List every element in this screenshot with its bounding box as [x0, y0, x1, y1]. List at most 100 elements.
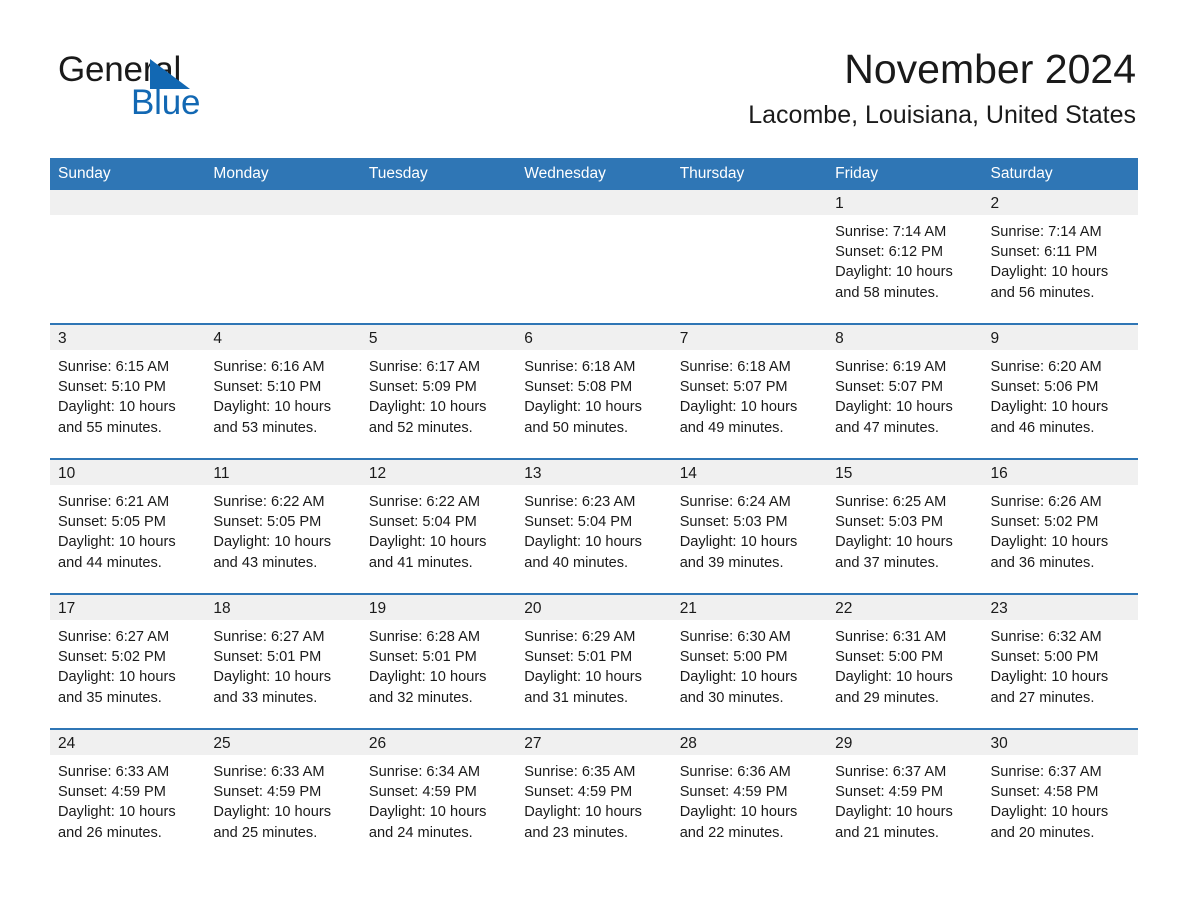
- calendar-day-cell[interactable]: 6 Sunrise: 6:18 AM Sunset: 5:08 PM Daylight…: [516, 323, 672, 459]
- day-details: Sunrise: 6:33 AM Sunset: 4:59 PM Daylight:…: [50, 755, 205, 843]
- sunset-text: Sunset: 5:02 PM: [58, 649, 166, 666]
- day-number: 4: [205, 325, 361, 350]
- sunset-text: Sunset: 5:04 PM: [368, 514, 477, 531]
- calendar-day-cell[interactable]: 17 Sunrise: 6:27 AM Sunset: 5:02 PM Dayligh…: [50, 593, 206, 729]
- sunset-text: Sunset: 5:08 PM: [524, 379, 633, 396]
- daylight-text-line2: and 46 minutes.: [990, 419, 1095, 436]
- calendar-day-cell[interactable]: 5 Sunrise: 6:17 AM Sunset: 5:09 PM Daylight…: [360, 323, 517, 459]
- calendar-week-row: 3 Sunrise: 6:15 AM Sunset: 5:10 PM Daylight…: [50, 323, 1138, 459]
- day-number: 21: [671, 595, 828, 620]
- day-number: [671, 190, 828, 215]
- day-details: Sunrise: 6:24 AM Sunset: 5:03 PM Daylight:…: [672, 485, 827, 573]
- daylight-text-line2: and 53 minutes.: [213, 419, 318, 436]
- day-details: Sunrise: 6:23 AM Sunset: 5:04 PM Daylight:…: [516, 485, 671, 573]
- daylight-text-line1: Daylight: 10 hours: [58, 534, 176, 551]
- day-number: 13: [516, 460, 672, 485]
- daylight-text-line1: Daylight: 10 hours: [679, 534, 798, 551]
- day-number: 5: [360, 325, 517, 350]
- sunset-text: Sunset: 5:01 PM: [368, 649, 477, 666]
- calendar-day-cell[interactable]: 18 Sunrise: 6:27 AM Sunset: 5:01 PM Dayligh…: [205, 593, 361, 729]
- calendar-day-cell[interactable]: 27 Sunrise: 6:35 AM Sunset: 4:59 PM Dayligh…: [516, 728, 672, 863]
- calendar-day-cell[interactable]: 19 Sunrise: 6:28 AM Sunset: 5:01 PM Dayligh…: [360, 593, 517, 729]
- daylight-text-line2: and 52 minutes.: [368, 419, 473, 436]
- calendar-day-cell[interactable]: 7 Sunrise: 6:18 AM Sunset: 5:07 PM Daylight…: [671, 323, 828, 459]
- sunset-text: Sunset: 5:05 PM: [213, 514, 322, 531]
- day-number: 16: [982, 460, 1138, 485]
- calendar-day-cell[interactable]: 26 Sunrise: 6:34 AM Sunset: 4:59 PM Dayligh…: [360, 728, 517, 863]
- day-details: Sunrise: 6:27 AM Sunset: 5:02 PM Daylight:…: [50, 620, 205, 708]
- calendar-day-cell[interactable]: 3 Sunrise: 6:15 AM Sunset: 5:10 PM Daylight…: [50, 323, 206, 459]
- weekday-header-wednesday: Wednesday: [516, 158, 672, 190]
- calendar-day-cell[interactable]: 13 Sunrise: 6:23 AM Sunset: 5:04 PM Dayligh…: [516, 458, 672, 594]
- calendar-day-cell[interactable]: 20 Sunrise: 6:29 AM Sunset: 5:01 PM Dayligh…: [516, 593, 672, 729]
- daylight-text-line1: Daylight: 10 hours: [213, 399, 332, 416]
- calendar-day-cell[interactable]: 29 Sunrise: 6:37 AM Sunset: 4:59 PM Dayligh…: [827, 728, 983, 863]
- calendar-day-cell[interactable]: 12 Sunrise: 6:22 AM Sunset: 5:04 PM Dayligh…: [360, 458, 517, 594]
- sunset-text: Sunset: 6:11 PM: [990, 244, 1098, 261]
- daylight-text-line2: and 23 minutes.: [524, 824, 629, 841]
- sunset-text: Sunset: 4:59 PM: [213, 784, 322, 801]
- calendar-day-cell[interactable]: 28 Sunrise: 6:36 AM Sunset: 4:59 PM Dayligh…: [671, 728, 828, 863]
- weekday-header-tuesday: Tuesday: [360, 158, 517, 190]
- calendar-day-cell[interactable]: 16 Sunrise: 6:26 AM Sunset: 5:02 PM Dayligh…: [982, 458, 1138, 594]
- daylight-text-line2: and 43 minutes.: [213, 554, 318, 571]
- sunrise-text: Sunrise: 6:33 AM: [58, 764, 170, 780]
- daylight-text-line1: Daylight: 10 hours: [679, 669, 798, 686]
- day-details: Sunrise: 6:37 AM Sunset: 4:59 PM Daylight:…: [827, 755, 982, 843]
- daylight-text-line1: Daylight: 10 hours: [835, 669, 953, 686]
- sunrise-sunset-calendar: Sunday Monday Tuesday Wednesday Thursday…: [50, 158, 1138, 863]
- calendar-day-cell[interactable]: 2 Sunrise: 7:14 AM Sunset: 6:11 PM Daylight…: [982, 190, 1138, 324]
- calendar-day-cell[interactable]: 23 Sunrise: 6:32 AM Sunset: 5:00 PM Dayligh…: [982, 593, 1138, 729]
- calendar-day-cell[interactable]: 30 Sunrise: 6:37 AM Sunset: 4:58 PM Dayligh…: [982, 728, 1138, 863]
- daylight-text-line1: Daylight: 10 hours: [835, 534, 953, 551]
- sunrise-text: Sunrise: 7:14 AM: [990, 224, 1102, 240]
- calendar-day-cell[interactable]: 10 Sunrise: 6:21 AM Sunset: 5:05 PM Dayligh…: [50, 458, 206, 594]
- sunrise-text: Sunrise: 6:26 AM: [990, 494, 1102, 510]
- daylight-text-line2: and 37 minutes.: [835, 554, 939, 571]
- calendar-day-cell[interactable]: 1 Sunrise: 7:14 AM Sunset: 6:12 PM Daylight…: [827, 190, 983, 324]
- brand-logo[interactable]: General Blue: [58, 52, 318, 122]
- calendar-day-cell[interactable]: 11 Sunrise: 6:22 AM Sunset: 5:05 PM Dayligh…: [205, 458, 361, 594]
- daylight-text-line1: Daylight: 10 hours: [368, 534, 487, 551]
- daylight-text-line1: Daylight: 10 hours: [368, 669, 487, 686]
- sunrise-text: Sunrise: 6:31 AM: [835, 629, 947, 645]
- daylight-text-line2: and 27 minutes.: [990, 689, 1095, 706]
- day-number: 24: [50, 730, 206, 755]
- day-details: Sunrise: 6:18 AM Sunset: 5:07 PM Daylight:…: [672, 350, 827, 438]
- calendar-day-cell[interactable]: 24 Sunrise: 6:33 AM Sunset: 4:59 PM Dayligh…: [50, 728, 206, 863]
- daylight-text-line1: Daylight: 10 hours: [990, 669, 1109, 686]
- sunset-text: Sunset: 5:01 PM: [524, 649, 633, 666]
- calendar-week-row: 17 Sunrise: 6:27 AM Sunset: 5:02 PM Dayligh…: [50, 593, 1138, 729]
- weekday-header-thursday: Thursday: [671, 158, 828, 190]
- calendar-day-cell[interactable]: 22 Sunrise: 6:31 AM Sunset: 5:00 PM Dayligh…: [827, 593, 983, 729]
- sunset-text: Sunset: 5:00 PM: [679, 649, 788, 666]
- sunset-text: Sunset: 4:59 PM: [58, 784, 166, 801]
- daylight-text-line1: Daylight: 10 hours: [213, 534, 332, 551]
- calendar-day-cell[interactable]: 9 Sunrise: 6:20 AM Sunset: 5:06 PM Daylight…: [982, 323, 1138, 459]
- sunrise-text: Sunrise: 6:17 AM: [368, 359, 480, 375]
- sunrise-text: Sunrise: 6:36 AM: [679, 764, 791, 780]
- calendar-day-cell[interactable]: 4 Sunrise: 6:16 AM Sunset: 5:10 PM Daylight…: [205, 323, 361, 459]
- calendar-day-cell[interactable]: 21 Sunrise: 6:30 AM Sunset: 5:00 PM Dayligh…: [671, 593, 828, 729]
- daylight-text-line2: and 39 minutes.: [679, 554, 784, 571]
- brand-name-blue: Blue: [131, 83, 201, 122]
- calendar-day-cell[interactable]: 25 Sunrise: 6:33 AM Sunset: 4:59 PM Dayligh…: [205, 728, 361, 863]
- day-details: Sunrise: 6:29 AM Sunset: 5:01 PM Daylight:…: [516, 620, 671, 708]
- sunset-text: Sunset: 5:06 PM: [990, 379, 1099, 396]
- calendar-day-cell[interactable]: 15 Sunrise: 6:25 AM Sunset: 5:03 PM Dayligh…: [827, 458, 983, 594]
- daylight-text-line1: Daylight: 10 hours: [990, 804, 1109, 821]
- day-number: [50, 190, 206, 215]
- sunset-text: Sunset: 5:03 PM: [835, 514, 944, 531]
- day-details: Sunrise: 6:26 AM Sunset: 5:02 PM Daylight:…: [983, 485, 1138, 573]
- sunrise-text: Sunrise: 6:16 AM: [213, 359, 325, 375]
- sunrise-text: Sunrise: 6:19 AM: [835, 359, 947, 375]
- sunrise-text: Sunrise: 6:23 AM: [524, 494, 636, 510]
- calendar-day-cell[interactable]: 8 Sunrise: 6:19 AM Sunset: 5:07 PM Daylight…: [827, 323, 983, 459]
- day-number: 3: [50, 325, 206, 350]
- calendar-day-cell[interactable]: 14 Sunrise: 6:24 AM Sunset: 5:03 PM Dayligh…: [671, 458, 828, 594]
- day-details: Sunrise: 7:14 AM Sunset: 6:11 PM Daylight:…: [983, 215, 1138, 303]
- day-number: [205, 190, 361, 215]
- weekday-header-sunday: Sunday: [50, 158, 206, 190]
- calendar-body: 1 Sunrise: 7:14 AM Sunset: 6:12 PM Daylight…: [50, 190, 1138, 863]
- sunset-text: Sunset: 5:04 PM: [524, 514, 633, 531]
